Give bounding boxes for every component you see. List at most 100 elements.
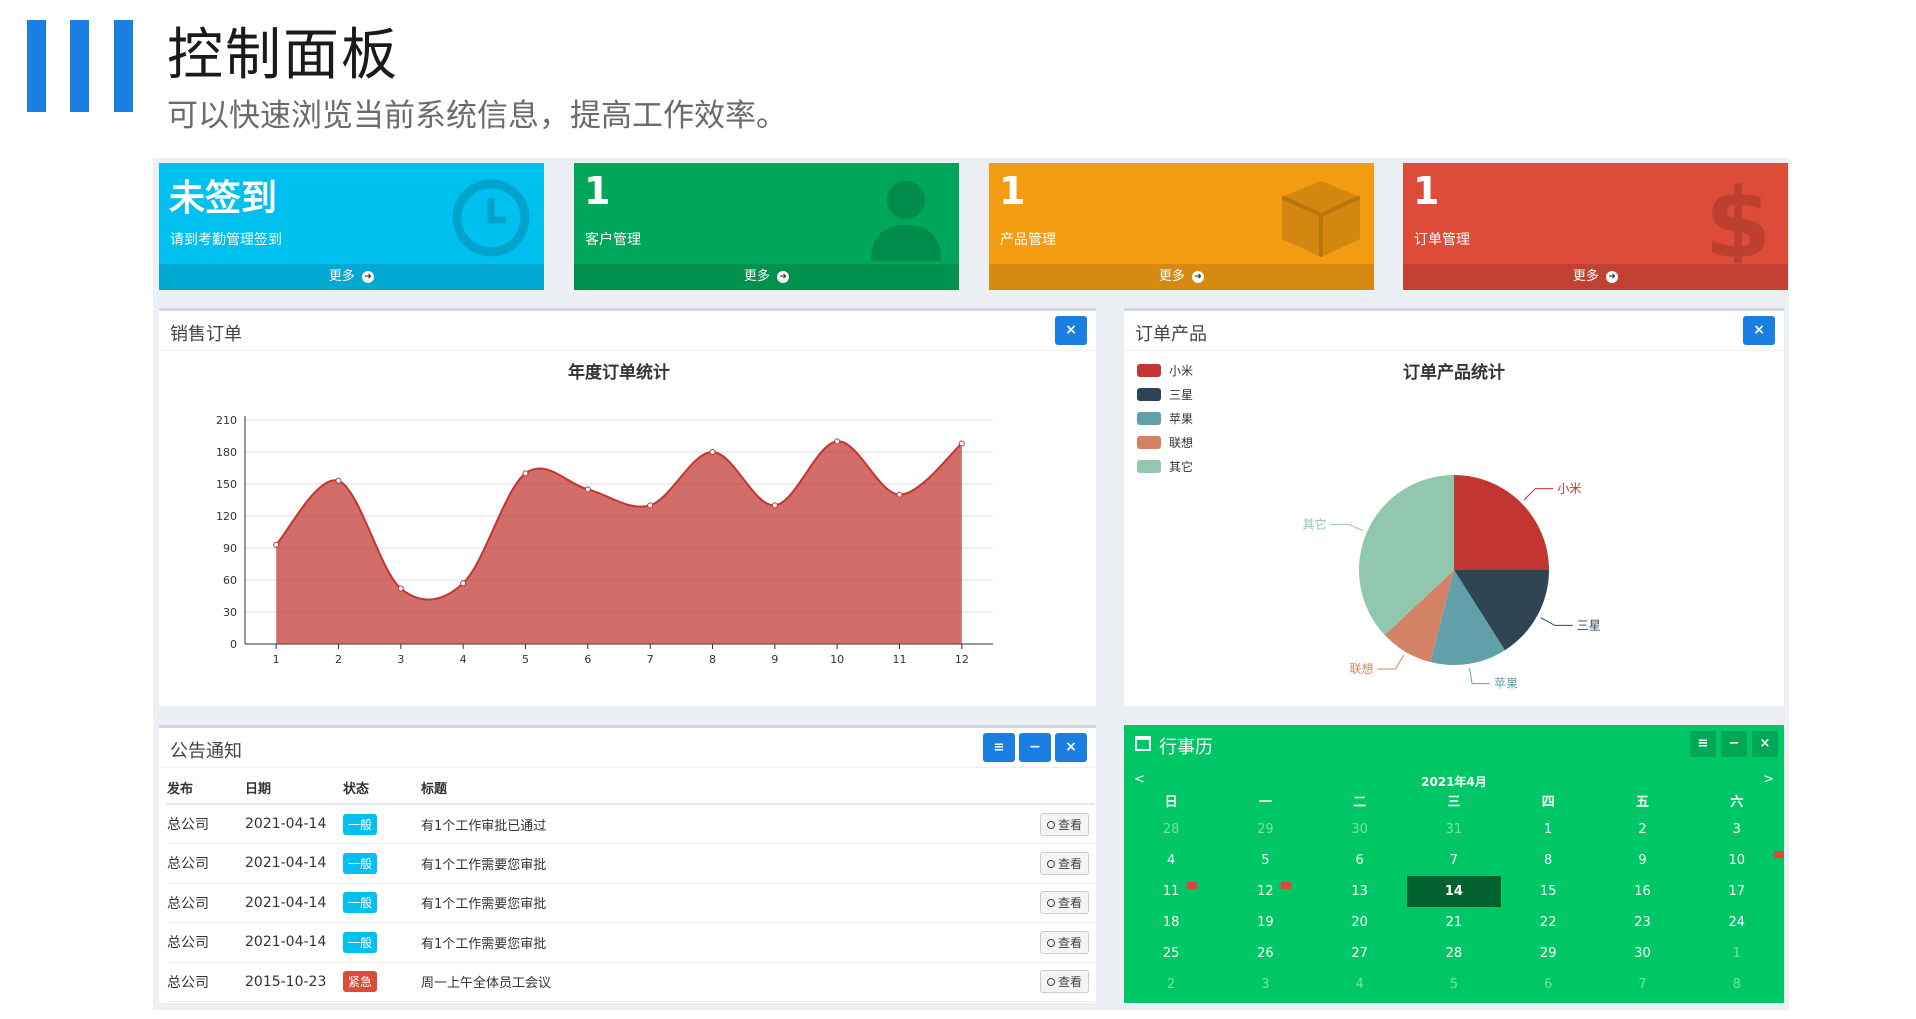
action-cell: 查看 bbox=[1015, 804, 1095, 844]
tile-more-link[interactable]: 更多 ➜ bbox=[159, 264, 544, 290]
data-point[interactable] bbox=[522, 470, 529, 477]
tile-more-link[interactable]: 更多 ➜ bbox=[1403, 264, 1788, 290]
calendar-day[interactable]: 5 bbox=[1218, 845, 1312, 876]
data-point[interactable] bbox=[273, 541, 280, 548]
calendar-day[interactable]: 1 bbox=[1690, 938, 1784, 969]
calendar-day[interactable]: 22 bbox=[1501, 907, 1595, 938]
legend-label[interactable]: 联想 bbox=[1169, 435, 1193, 450]
weekday-row: 日一二三四五六 bbox=[1124, 792, 1784, 814]
calendar-day[interactable]: 26 bbox=[1218, 938, 1312, 969]
calendar-day[interactable]: 2 bbox=[1124, 969, 1218, 1000]
legend-swatch[interactable] bbox=[1137, 412, 1161, 425]
calendar-day[interactable]: 4 bbox=[1313, 969, 1407, 1000]
close-button[interactable]: × bbox=[1743, 316, 1775, 345]
calendar-day[interactable]: 5 bbox=[1407, 969, 1501, 1000]
tile-attendance: 未签到 请到考勤管理签到 更多 ➜ bbox=[159, 163, 544, 290]
calendar-day[interactable]: 6 bbox=[1501, 969, 1595, 1000]
calendar-day[interactable]: 8 bbox=[1690, 969, 1784, 1000]
view-button[interactable]: 查看 bbox=[1039, 851, 1089, 875]
calendar-day[interactable]: 28 bbox=[1407, 938, 1501, 969]
calendar-day[interactable]: 4 bbox=[1124, 845, 1218, 876]
calendar-day[interactable]: 6 bbox=[1313, 845, 1407, 876]
calendar-day[interactable]: 23 bbox=[1595, 907, 1689, 938]
data-point[interactable] bbox=[709, 449, 716, 455]
legend-label[interactable]: 其它 bbox=[1169, 459, 1193, 474]
status-badge: 一般 bbox=[343, 892, 378, 914]
status-badge: 一般 bbox=[343, 813, 378, 835]
close-button[interactable]: × bbox=[1055, 316, 1087, 345]
prev-month-button[interactable]: < bbox=[1134, 772, 1145, 787]
calendar-day[interactable]: 7 bbox=[1407, 845, 1501, 876]
legend-label[interactable]: 苹果 bbox=[1169, 412, 1193, 426]
calendar-day[interactable]: 29 bbox=[1218, 814, 1312, 845]
legend-label[interactable]: 三星 bbox=[1169, 388, 1193, 402]
calendar-day[interactable]: 29 bbox=[1501, 938, 1595, 969]
notice-table: 发布 日期 状态 标题 总公司 2021-04-14 一般 有1个工作审批已通过 查看总… bbox=[167, 772, 1095, 1002]
legend-swatch[interactable] bbox=[1137, 364, 1161, 377]
calendar-day[interactable]: 21 bbox=[1407, 907, 1501, 938]
status-cell: 紧急 bbox=[343, 962, 421, 1002]
calendar-day[interactable]: 30 bbox=[1313, 814, 1407, 845]
legend-swatch[interactable] bbox=[1137, 388, 1161, 401]
close-button[interactable]: × bbox=[1055, 733, 1087, 762]
calendar-day[interactable]: 3 bbox=[1218, 969, 1312, 1000]
list-button[interactable]: ≡ bbox=[983, 733, 1015, 762]
label-line bbox=[1468, 667, 1490, 685]
calendar-day[interactable]: 12 bbox=[1218, 876, 1312, 907]
legend-swatch[interactable] bbox=[1137, 460, 1161, 473]
data-point[interactable] bbox=[647, 502, 654, 509]
calendar-day[interactable]: 24 bbox=[1690, 907, 1784, 938]
data-point[interactable] bbox=[584, 486, 591, 493]
data-point[interactable] bbox=[397, 585, 404, 592]
calendar-day[interactable]: 8 bbox=[1501, 845, 1595, 876]
view-button[interactable]: 查看 bbox=[1039, 891, 1089, 915]
tile-more-link[interactable]: 更多 ➜ bbox=[574, 264, 959, 290]
minimize-button[interactable]: − bbox=[1721, 731, 1747, 757]
calendar-day[interactable]: 11 bbox=[1124, 876, 1218, 907]
calendar-day[interactable]: 1 bbox=[1501, 814, 1595, 845]
calendar-day[interactable]: 13 bbox=[1313, 876, 1407, 907]
calendar-day[interactable]: 20 bbox=[1313, 907, 1407, 938]
calendar-day[interactable]: 27 bbox=[1313, 938, 1407, 969]
calendar-day[interactable]: 2 bbox=[1595, 814, 1689, 845]
legend-swatch[interactable] bbox=[1137, 436, 1161, 449]
x-tick-label: 1 bbox=[273, 653, 280, 666]
list-button[interactable]: ≡ bbox=[1690, 731, 1716, 757]
data-point[interactable] bbox=[958, 440, 965, 447]
view-button[interactable]: 查看 bbox=[1039, 812, 1089, 836]
data-point[interactable] bbox=[834, 438, 841, 445]
close-button[interactable]: × bbox=[1752, 731, 1778, 757]
date-cell: 2015-10-23 bbox=[245, 962, 343, 1002]
next-month-button[interactable]: > bbox=[1763, 772, 1774, 787]
calendar-day[interactable]: 30 bbox=[1595, 938, 1689, 969]
tile-more-link[interactable]: 更多 ➜ bbox=[989, 264, 1374, 290]
status-cell: 一般 bbox=[343, 804, 421, 844]
view-button[interactable]: 查看 bbox=[1039, 970, 1089, 994]
x-tick-label: 10 bbox=[830, 653, 844, 666]
data-point[interactable] bbox=[771, 502, 778, 509]
data-point[interactable] bbox=[460, 580, 467, 587]
calendar-day[interactable]: 9 bbox=[1595, 845, 1689, 876]
table-row: 总公司 2021-04-14 一般 有1个工作需要您审批 查看 bbox=[167, 922, 1095, 963]
calendar-day[interactable]: 7 bbox=[1595, 969, 1689, 1000]
calendar-day[interactable]: 3 bbox=[1690, 814, 1784, 845]
calendar-day[interactable]: 25 bbox=[1124, 938, 1218, 969]
calendar-day[interactable]: 19 bbox=[1218, 907, 1312, 938]
legend-label[interactable]: 小米 bbox=[1169, 364, 1193, 378]
calendar-day[interactable]: 16 bbox=[1595, 876, 1689, 907]
minimize-button[interactable]: − bbox=[1019, 733, 1051, 762]
data-point[interactable] bbox=[896, 491, 903, 498]
view-button[interactable]: 查看 bbox=[1039, 930, 1089, 954]
calendar-day[interactable]: 18 bbox=[1124, 907, 1218, 938]
calendar-day[interactable]: 28 bbox=[1124, 814, 1218, 845]
calendar-day[interactable]: 14 bbox=[1406, 876, 1502, 907]
calendar-day[interactable]: 10 bbox=[1690, 845, 1784, 876]
calendar-day[interactable]: 31 bbox=[1407, 814, 1501, 845]
calendar-day[interactable]: 17 bbox=[1690, 876, 1784, 907]
publisher-cell: 总公司 bbox=[167, 883, 245, 923]
tile-value: 未签到 bbox=[169, 178, 278, 219]
x-tick-label: 2 bbox=[335, 653, 342, 666]
data-point[interactable] bbox=[335, 477, 342, 484]
calendar-day[interactable]: 15 bbox=[1501, 876, 1595, 907]
notice-box: 公告通知 ≡ − × 发布 日期 状态 标题 总公司 2021-04-14 一般 有1… bbox=[159, 725, 1096, 1003]
